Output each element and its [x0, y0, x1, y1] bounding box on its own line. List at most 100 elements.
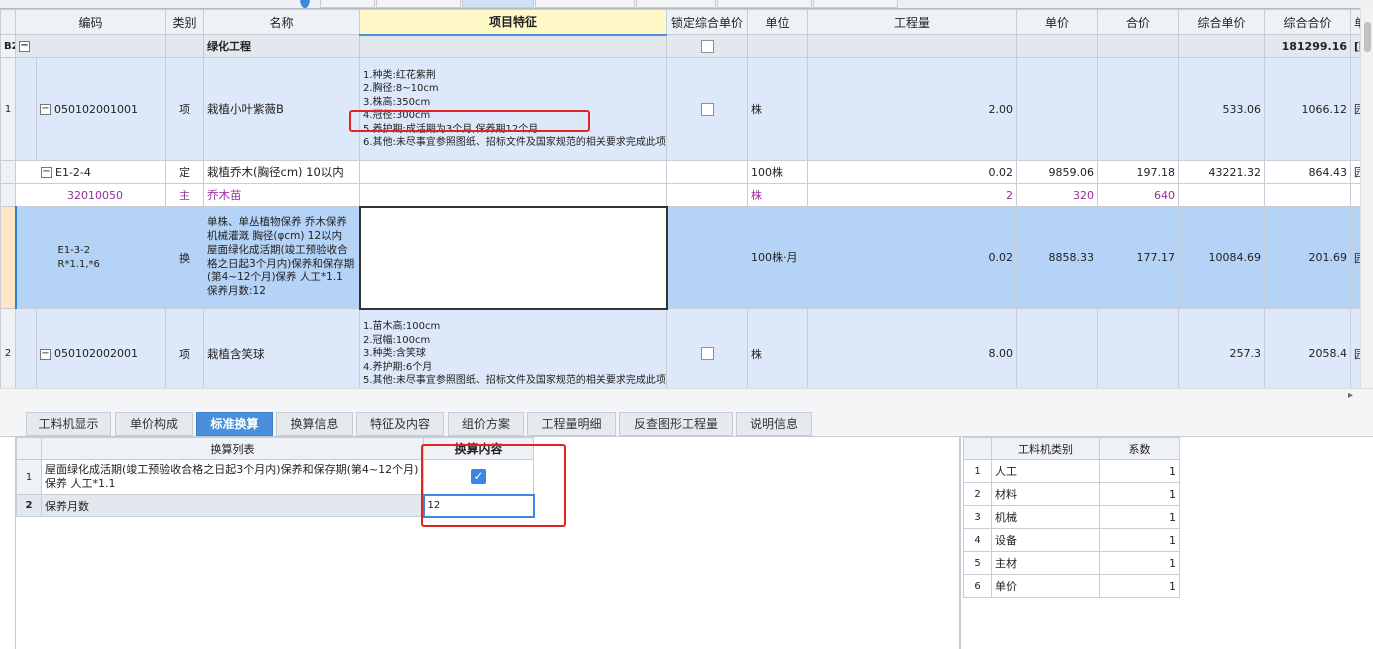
- bill-grid: 编码 类别 名称 项目特征 锁定综合单价 单位 工程量 单价 合价 综合单价 综…: [0, 8, 1360, 388]
- col-unit-total[interactable]: 综合单价: [1178, 9, 1266, 35]
- col-lock[interactable]: 锁定综合单价: [666, 9, 749, 35]
- price-cell: 320: [1016, 183, 1099, 207]
- top-tab-7[interactable]: [813, 0, 898, 8]
- col-price[interactable]: 单价: [1016, 9, 1099, 35]
- coefficient-value[interactable]: 1: [1099, 528, 1180, 552]
- col-qty[interactable]: 工程量: [807, 9, 1018, 35]
- table-row[interactable]: 32010050 主 乔木苗 株 2 320 640: [0, 183, 1360, 207]
- table-row[interactable]: 5 主材 1: [963, 551, 1180, 575]
- tab-standard-conversion[interactable]: 标准换算: [196, 412, 273, 436]
- feature-cell[interactable]: 1.种类:红花紫荆 2.胸径:8~10cm 3.株高:350cm 4.冠径:30…: [359, 57, 668, 161]
- total-cell: 2058.4: [1264, 308, 1352, 388]
- lock-checkbox[interactable]: [700, 102, 714, 116]
- coefficient-value[interactable]: 1: [1099, 459, 1180, 483]
- code-cell[interactable]: −050102002001: [35, 308, 167, 388]
- qty-cell[interactable]: 0.02: [807, 206, 1018, 309]
- col-coefficient[interactable]: 系数: [1099, 437, 1180, 460]
- collapse-icon[interactable]: −: [40, 104, 51, 115]
- coef-header-row: 工料机类别 系数: [963, 437, 1180, 460]
- feature-cell[interactable]: 1.苗木高:100cm 2.冠幅:100cm 3.种类:含笑球 4.养护期:6个…: [359, 308, 668, 388]
- col-resource-type[interactable]: 工料机类别: [991, 437, 1100, 460]
- table-row[interactable]: 1 人工 1: [963, 459, 1180, 483]
- tab-features[interactable]: 特征及内容: [356, 412, 444, 436]
- name-cell[interactable]: 绿化工程: [203, 34, 361, 58]
- unit-total-cell: 10084.69: [1178, 206, 1266, 309]
- col-sum[interactable]: 合价: [1097, 9, 1180, 35]
- resource-type: 机械: [991, 505, 1100, 529]
- horizontal-scrollbar[interactable]: ▸: [0, 388, 1373, 404]
- code-cell[interactable]: −050102001001: [35, 57, 167, 161]
- col-conversion-list[interactable]: 换算列表: [41, 437, 424, 460]
- top-tab-4[interactable]: [535, 0, 635, 8]
- lock-checkbox[interactable]: [700, 39, 714, 53]
- lock-cell[interactable]: [666, 34, 749, 58]
- col-code[interactable]: 编码: [14, 9, 167, 35]
- scroll-right-icon[interactable]: ▸: [1348, 390, 1353, 401]
- table-row[interactable]: 2 材料 1: [963, 482, 1180, 506]
- table-row[interactable]: 2 −050102002001 项 栽植含笑球 1.苗木高:100cm 2.冠幅…: [0, 308, 1360, 388]
- qty-cell[interactable]: 0.02: [807, 160, 1018, 184]
- composition-cell: 园林绿化工程: [1350, 308, 1360, 388]
- top-tab-2[interactable]: [376, 0, 461, 8]
- type-cell: 项: [165, 57, 205, 161]
- scroll-thumb[interactable]: [1364, 22, 1371, 52]
- tree-cell: −: [14, 34, 167, 58]
- collapse-icon[interactable]: −: [19, 41, 30, 52]
- col-total[interactable]: 综合合价: [1264, 9, 1352, 35]
- top-tab-3[interactable]: [462, 0, 534, 8]
- info-icon[interactable]: [300, 0, 310, 8]
- table-row[interactable]: B2 − 绿化工程 181299.16 [园林绿化]: [0, 34, 1360, 58]
- tab-resources[interactable]: 工料机显示: [26, 412, 111, 436]
- top-tab-6[interactable]: [717, 0, 812, 8]
- name-cell[interactable]: 单株、单丛植物保养 乔木保养 机械灌溉 胸径(φcm) 12以内 屋面绿化成活期…: [203, 206, 361, 309]
- col-type[interactable]: 类别: [165, 9, 205, 35]
- tab-graphic-qty[interactable]: 反查图形工程量: [619, 412, 733, 436]
- top-tab-1[interactable]: [320, 0, 375, 8]
- tab-price-composition[interactable]: 单价构成: [115, 412, 193, 436]
- row-index: 1: [0, 57, 16, 161]
- lock-cell[interactable]: [666, 57, 749, 161]
- row-index: B2: [0, 34, 16, 58]
- resource-type: 单价: [991, 574, 1100, 598]
- coefficient-value[interactable]: 1: [1099, 505, 1180, 529]
- highlight-box-conversion: [421, 444, 566, 527]
- col-name[interactable]: 名称: [203, 9, 361, 35]
- lock-checkbox[interactable]: [700, 347, 714, 361]
- collapse-icon[interactable]: −: [40, 348, 51, 360]
- coefficient-value[interactable]: 1: [1099, 482, 1180, 506]
- qty-cell[interactable]: 2.00: [807, 57, 1018, 161]
- coefficient-value[interactable]: 1: [1099, 574, 1180, 598]
- code-cell[interactable]: 32010050: [14, 183, 167, 207]
- unit-total-cell: 533.06: [1178, 57, 1266, 161]
- col-unit[interactable]: 单位: [747, 9, 809, 35]
- name-cell[interactable]: 栽植小叶紫薇B: [203, 57, 361, 161]
- coefficient-value[interactable]: 1: [1099, 551, 1180, 575]
- qty-cell[interactable]: 2: [807, 183, 1018, 207]
- collapse-icon[interactable]: −: [41, 167, 52, 178]
- tab-qty-details[interactable]: 工程量明细: [527, 412, 616, 436]
- code-cell[interactable]: − E1-2-4: [14, 160, 167, 184]
- table-row-selected[interactable]: E1-3-2 R*1.1,*6 换 单株、单丛植物保养 乔木保养 机械灌溉 胸径(…: [0, 205, 1360, 310]
- table-row[interactable]: − E1-2-4 定 栽植乔木(胸径cm) 10以内 100株 0.02 9859…: [0, 160, 1360, 184]
- unit-cell: 株: [747, 57, 809, 161]
- table-row[interactable]: 3 机械 1: [963, 505, 1180, 529]
- tab-notes[interactable]: 说明信息: [736, 412, 812, 436]
- lock-cell[interactable]: [666, 308, 749, 388]
- tab-pricing-plan[interactable]: 组价方案: [448, 412, 524, 436]
- table-row[interactable]: 1 −050102001001 项 栽植小叶紫薇B 1.种类:红花紫荆 2.胸径…: [0, 57, 1360, 161]
- table-row[interactable]: 6 单价 1: [963, 574, 1180, 598]
- feature-cell-editing[interactable]: [358, 205, 668, 310]
- col-composition[interactable]: 单价构成文: [1350, 9, 1360, 35]
- tab-conversion-info[interactable]: 换算信息: [276, 412, 353, 436]
- resource-type: 主材: [991, 551, 1100, 575]
- qty-cell[interactable]: 8.00: [807, 308, 1018, 388]
- table-row[interactable]: 4 设备 1: [963, 528, 1180, 552]
- code-cell[interactable]: E1-3-2 R*1.1,*6: [14, 206, 167, 309]
- name-cell[interactable]: 乔木苗: [203, 183, 361, 207]
- top-tab-5[interactable]: [636, 0, 716, 8]
- composition-cell: 园林绿化工程: [1350, 206, 1360, 309]
- col-feature[interactable]: 项目特征: [359, 9, 668, 36]
- name-cell[interactable]: 栽植含笑球: [203, 308, 361, 388]
- vertical-scrollbar[interactable]: [1360, 8, 1373, 388]
- name-cell[interactable]: 栽植乔木(胸径cm) 10以内: [203, 160, 361, 184]
